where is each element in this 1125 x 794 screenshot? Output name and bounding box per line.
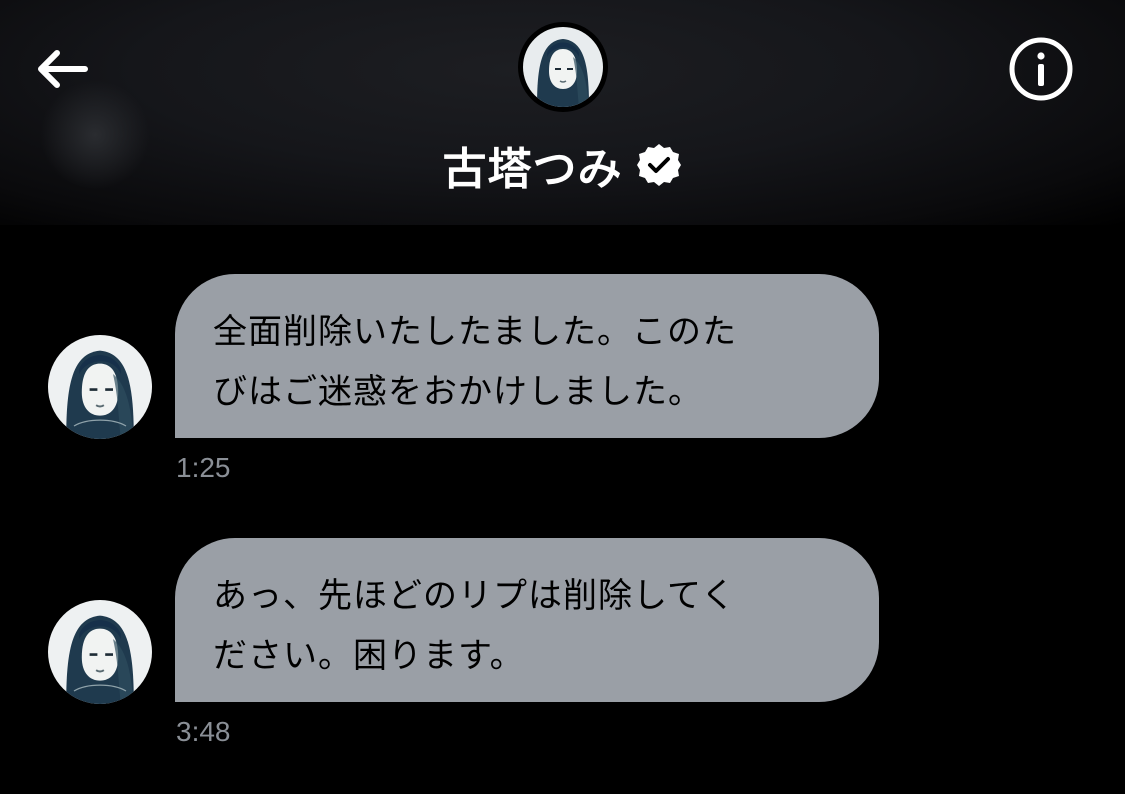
- info-button[interactable]: [1004, 32, 1078, 106]
- avatar-portrait: [48, 335, 152, 439]
- avatar-portrait: [523, 27, 603, 107]
- arrow-left-icon: [38, 50, 88, 88]
- message-text-line: 全面削除いたしたました。このた: [213, 312, 737, 352]
- verified-badge-icon: [635, 141, 683, 189]
- info-circle-icon: [1009, 37, 1073, 101]
- message-text-line: あっ、先ほどのリプは削除してく: [213, 576, 736, 616]
- message-text-line: びはご迷惑をおかけしました。: [213, 372, 703, 412]
- back-button[interactable]: [28, 36, 94, 102]
- message-timestamp: 3:48: [176, 716, 231, 747]
- message-text-line: ださい。困ります。: [213, 636, 525, 676]
- header-avatar[interactable]: [518, 22, 608, 112]
- message-timestamp: 1:25: [176, 452, 231, 483]
- message-bubble[interactable]: 全面削除いたしたました。このた びはご迷惑をおかけしました。: [175, 274, 879, 438]
- avatar-portrait: [48, 600, 152, 704]
- title-row: 古塔つみ: [0, 135, 1125, 195]
- sender-avatar[interactable]: [48, 600, 152, 704]
- message-bubble[interactable]: あっ、先ほどのリプは削除してく ださい。困ります。: [175, 538, 879, 702]
- sender-avatar[interactable]: [48, 335, 152, 439]
- profile-name[interactable]: 古塔つみ: [443, 133, 623, 197]
- conversation-header: 古塔つみ: [0, 0, 1125, 225]
